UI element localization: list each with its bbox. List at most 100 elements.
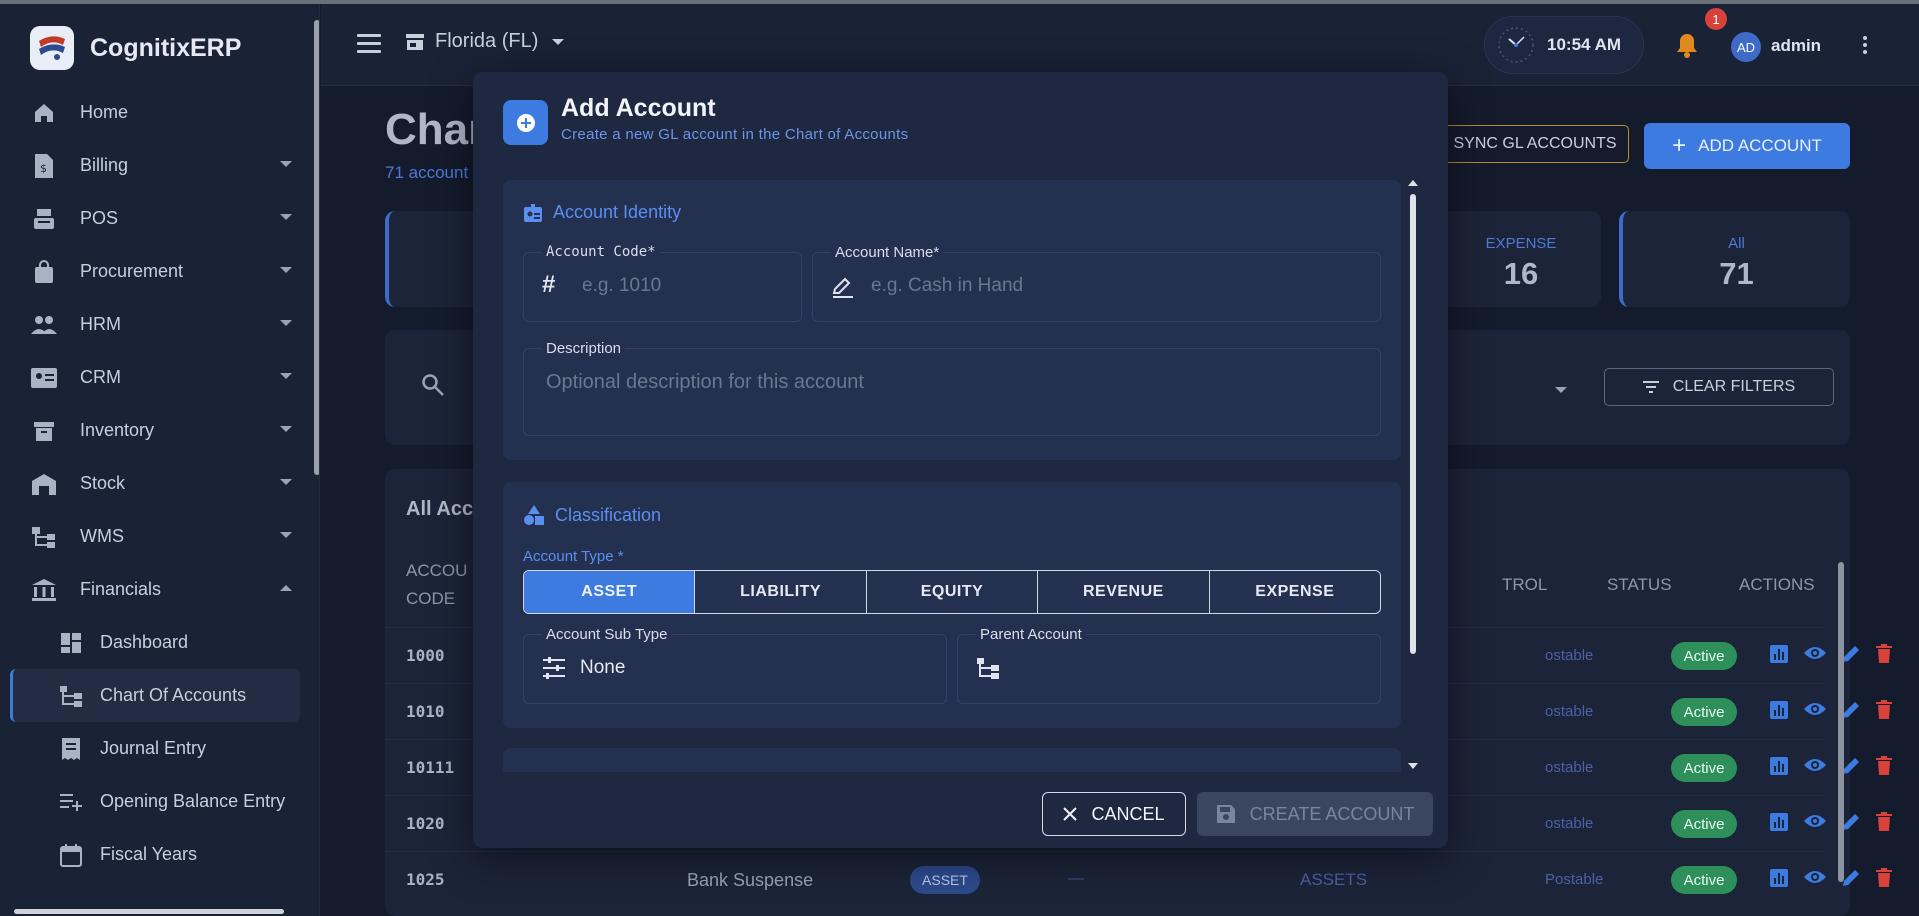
bar-chart-icon[interactable] [1769,700,1789,720]
status-badge: Active [1671,642,1737,670]
edit-icon[interactable] [1841,756,1861,776]
table-scrollbar[interactable] [1838,552,1844,892]
delete-icon[interactable] [1875,644,1893,664]
edit-icon[interactable] [1841,868,1861,888]
chevron-up-icon [280,585,292,591]
account-type-label: Account Type * [523,548,624,565]
sidebar-subitem-journal-entry[interactable]: Journal Entry [10,722,300,775]
sidebar-item-label: Stock [80,473,126,493]
account-name-input[interactable]: e.g. Cash in Hand [871,275,1023,297]
sidebar-item-label: Financials [80,579,162,599]
cancel-button[interactable]: CANCEL [1042,792,1186,836]
clock-time: 10:54 AM [1547,35,1622,54]
chevron-down-icon [280,373,292,379]
delete-icon[interactable] [1875,700,1893,720]
sidebar-nav: Home $ Billing POS Procurement HRM CRM I… [10,86,300,881]
sidebar-item-financials[interactable]: Financials [10,563,300,616]
account-code-field[interactable]: Account Code* # e.g. 1010 [523,244,802,322]
description-field[interactable]: Description Optional description for thi… [523,340,1381,436]
more-vert-icon[interactable] [1863,36,1867,57]
sidebar-item-label: HRM [80,314,121,334]
sidebar-item-crm[interactable]: CRM [10,351,300,404]
store-name: Florida (FL) [435,30,539,52]
user-name[interactable]: admin [1771,36,1821,56]
playlist-add-icon [58,789,84,815]
delete-icon[interactable] [1875,756,1893,776]
create-account-button[interactable]: CREATE ACCOUNT [1197,792,1433,836]
sidebar-subitem-dashboard[interactable]: Dashboard [10,616,300,669]
account-sub-type-select[interactable]: Account Sub Type None [523,626,947,704]
sidebar-item-hrm[interactable]: HRM [10,298,300,351]
eye-icon[interactable] [1803,756,1827,774]
sidebar-item-wms[interactable]: WMS [10,510,300,563]
menu-icon[interactable] [357,34,381,53]
next-section [503,748,1401,772]
account-type-equity[interactable]: EQUITY [867,571,1039,613]
avatar[interactable]: AD [1731,32,1761,62]
column-header-status[interactable]: STATUS [1607,571,1672,599]
eye-icon[interactable] [1803,812,1827,830]
clock-widget: 10:54 AM [1484,16,1644,74]
clear-filters-button[interactable]: CLEAR FILTERS [1604,368,1834,406]
sidebar-item-inventory[interactable]: Inventory [10,404,300,457]
filter-list-icon [1642,381,1659,393]
eye-icon[interactable] [1803,868,1827,886]
parent-account-select[interactable]: Parent Account [957,626,1381,704]
bar-chart-icon[interactable] [1769,812,1789,832]
column-header-control[interactable]: TROL [1502,571,1547,599]
sidebar-subitem-fiscal-years[interactable]: Fiscal Years [10,828,300,881]
account-type-expense[interactable]: EXPENSE [1210,571,1380,613]
edit-icon[interactable] [1841,700,1861,720]
chevron-down-icon[interactable] [1555,387,1567,393]
section-heading: Account Identity [523,202,681,223]
sidebar-item-procurement[interactable]: Procurement [10,245,300,298]
bell-icon [1677,34,1697,58]
row-actions [1769,756,1893,776]
app-name: CognitixERP [90,33,242,62]
status-badge: Active [1671,698,1737,726]
brand[interactable]: CognitixERP [30,24,241,72]
sidebar-subitem-chart-of-accounts[interactable]: Chart Of Accounts [10,669,300,722]
edit-icon[interactable] [1841,812,1861,832]
eye-icon[interactable] [1803,700,1827,718]
home-icon [30,99,58,127]
edit-icon[interactable] [1841,644,1861,664]
notifications-button[interactable] [1675,32,1699,63]
add-account-button[interactable]: + ADD ACCOUNT [1644,123,1850,169]
search-icon [421,373,445,402]
stat-card-all[interactable]: All 71 [1619,211,1850,307]
scroll-up-arrow [1408,180,1418,186]
row-actions [1769,868,1893,888]
stat-card-expense[interactable]: EXPENSE 16 [1441,211,1601,307]
sidebar-subitem-opening-balance-entry[interactable]: Opening Balance Entry [10,775,300,828]
sidebar-item-home[interactable]: Home [10,86,300,139]
dialog-scrollbar[interactable] [1407,180,1419,772]
bar-chart-icon[interactable] [1769,756,1789,776]
postable-flag: ostable [1545,759,1594,776]
sync-gl-accounts-button[interactable]: SYNC GL ACCOUNTS [1441,125,1629,163]
sidebar-item-stock[interactable]: Stock [10,457,300,510]
eye-icon[interactable] [1803,644,1827,662]
sidebar-item-billing[interactable]: $ Billing [10,139,300,192]
sidebar-item-pos[interactable]: POS [10,192,300,245]
table-row[interactable]: 1025 Bank Suspense ASSET — ASSETS Postab… [385,851,1892,907]
bar-chart-icon[interactable] [1769,868,1789,888]
account-type-liability[interactable]: LIABILITY [695,571,867,613]
bar-chart-icon[interactable] [1769,644,1789,664]
sidebar-item-label: Inventory [80,420,155,440]
account-type-revenue[interactable]: REVENUE [1038,571,1210,613]
sidebar-scrollbar[interactable] [313,12,319,902]
account-name-field[interactable]: Account Name* e.g. Cash in Hand [812,244,1381,322]
description-input[interactable]: Optional description for this account [546,371,864,394]
account-name: Bank Suspense [687,870,814,890]
sidebar-horizontal-scrollbar[interactable] [6,908,306,915]
svg-text:$: $ [40,162,47,175]
chevron-down-icon [280,267,292,273]
store-selector[interactable]: Florida (FL) [405,30,565,53]
stat-label: EXPENSE [1485,235,1557,252]
account-type-asset[interactable]: ASSET [524,571,696,613]
column-header-account-code[interactable]: ACCOU CODE [406,557,467,613]
delete-icon[interactable] [1875,868,1893,888]
account-code-input[interactable]: e.g. 1010 [582,275,661,297]
delete-icon[interactable] [1875,812,1893,832]
